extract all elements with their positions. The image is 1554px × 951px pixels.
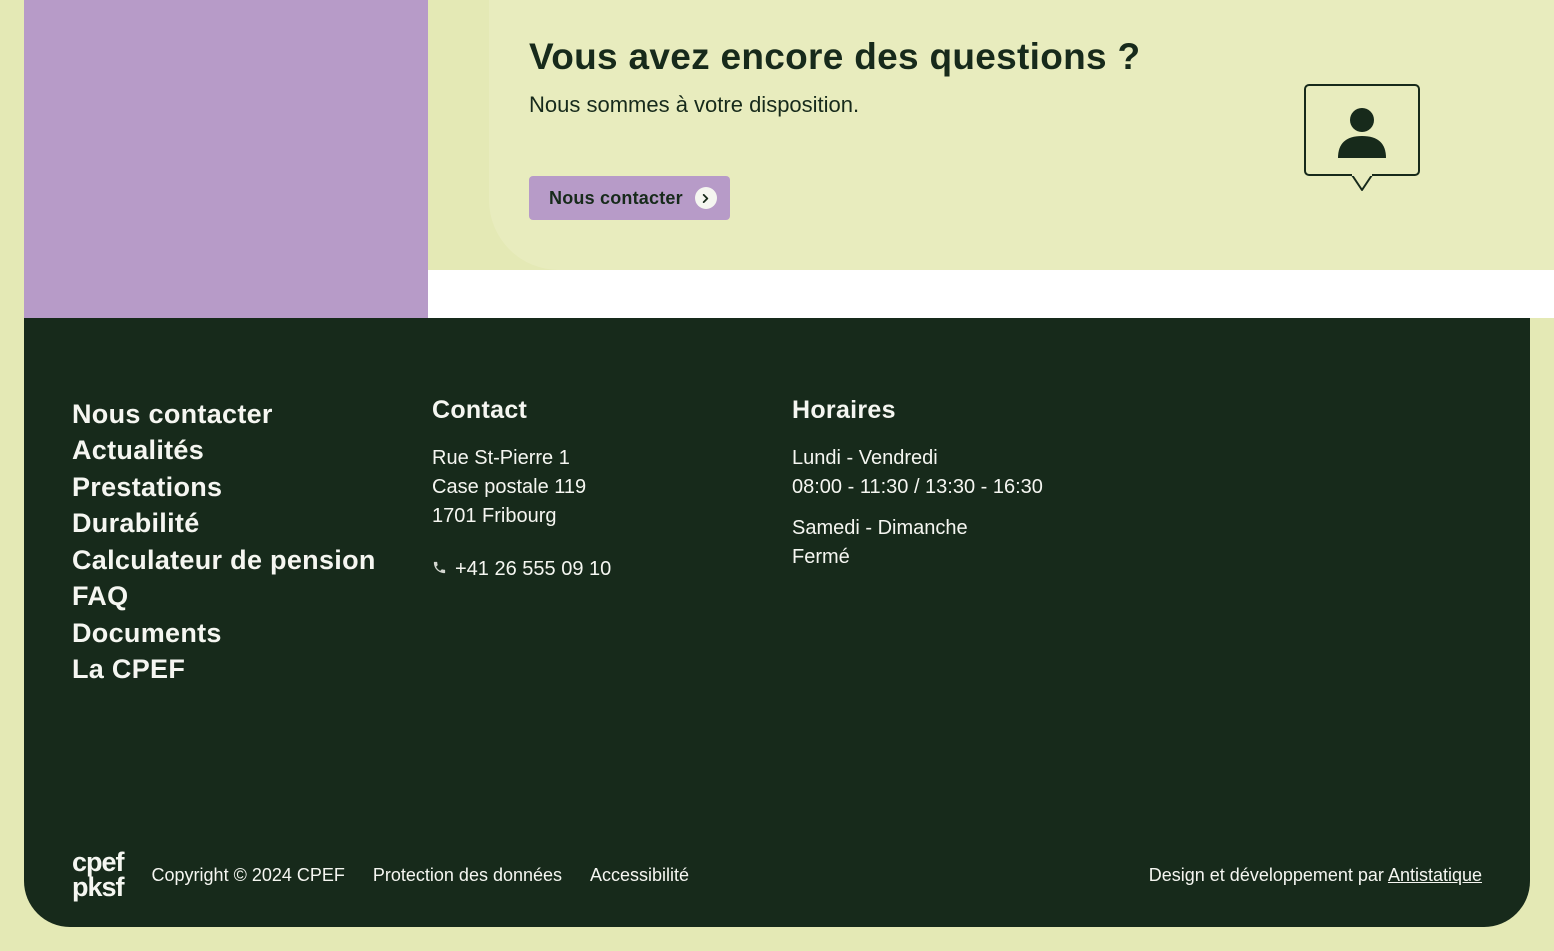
footer-hours-column: Horaires Lundi - Vendredi 08:00 - 11:30 …: [792, 396, 1482, 688]
footer-contact-title: Contact: [432, 396, 792, 425]
logo-line-2: pksf: [72, 875, 124, 901]
address-line-3: 1701 Fribourg: [432, 503, 792, 530]
contact-button-label: Nous contacter: [549, 188, 683, 209]
decorative-lavender-block: [24, 0, 428, 318]
footer-nav-contact[interactable]: Nous contacter: [72, 396, 432, 432]
footer-nav-documents[interactable]: Documents: [72, 615, 432, 651]
footer-nav-calculateur[interactable]: Calculateur de pension: [72, 542, 432, 578]
decorative-white-band: [428, 270, 1554, 318]
hours-week-time: 08:00 - 11:30 / 13:30 - 16:30: [792, 474, 1482, 501]
footer-nav-durabilite[interactable]: Durabilité: [72, 505, 432, 541]
address-line-2: Case postale 119: [432, 474, 792, 501]
contact-button[interactable]: Nous contacter: [529, 176, 730, 220]
footer-nav-la-cpef[interactable]: La CPEF: [72, 651, 432, 687]
footer-nav-prestations[interactable]: Prestations: [72, 469, 432, 505]
footer-nav-column: Nous contacter Actualités Prestations Du…: [72, 396, 432, 688]
logo[interactable]: cpef pksf: [72, 850, 124, 901]
person-speech-icon: [1304, 84, 1420, 197]
credit: Design et développement par Antistatique: [1149, 865, 1482, 886]
credit-text: Design et développement par: [1149, 865, 1388, 885]
phone-icon: [432, 558, 447, 581]
cta-card: Vous avez encore des questions ? Nous so…: [489, 0, 1554, 270]
copyright: Copyright © 2024 CPEF: [152, 865, 345, 886]
footer-hours-title: Horaires: [792, 396, 1482, 425]
footer-bar: cpef pksf Copyright © 2024 CPEF Protecti…: [72, 850, 1482, 901]
hours-weekend-days: Samedi - Dimanche: [792, 515, 1482, 542]
cta-heading: Vous avez encore des questions ?: [529, 36, 1304, 78]
address-line-1: Rue St-Pierre 1: [432, 445, 792, 472]
hours-week-days: Lundi - Vendredi: [792, 445, 1482, 472]
privacy-link[interactable]: Protection des données: [373, 865, 562, 886]
footer-nav-faq[interactable]: FAQ: [72, 578, 432, 614]
accessibility-link[interactable]: Accessibilité: [590, 865, 689, 886]
footer: Nous contacter Actualités Prestations Du…: [24, 318, 1530, 927]
phone-link[interactable]: +41 26 555 09 10: [432, 558, 611, 581]
credit-link[interactable]: Antistatique: [1388, 865, 1482, 885]
chevron-right-icon: [695, 187, 717, 209]
footer-nav-actualites[interactable]: Actualités: [72, 432, 432, 468]
cta-section: Vous avez encore des questions ? Nous so…: [0, 0, 1554, 318]
cta-subtitle: Nous sommes à votre disposition.: [529, 92, 1304, 118]
phone-number: +41 26 555 09 10: [455, 558, 611, 581]
hours-weekend-time: Fermé: [792, 544, 1482, 571]
footer-contact-column: Contact Rue St-Pierre 1 Case postale 119…: [432, 396, 792, 688]
